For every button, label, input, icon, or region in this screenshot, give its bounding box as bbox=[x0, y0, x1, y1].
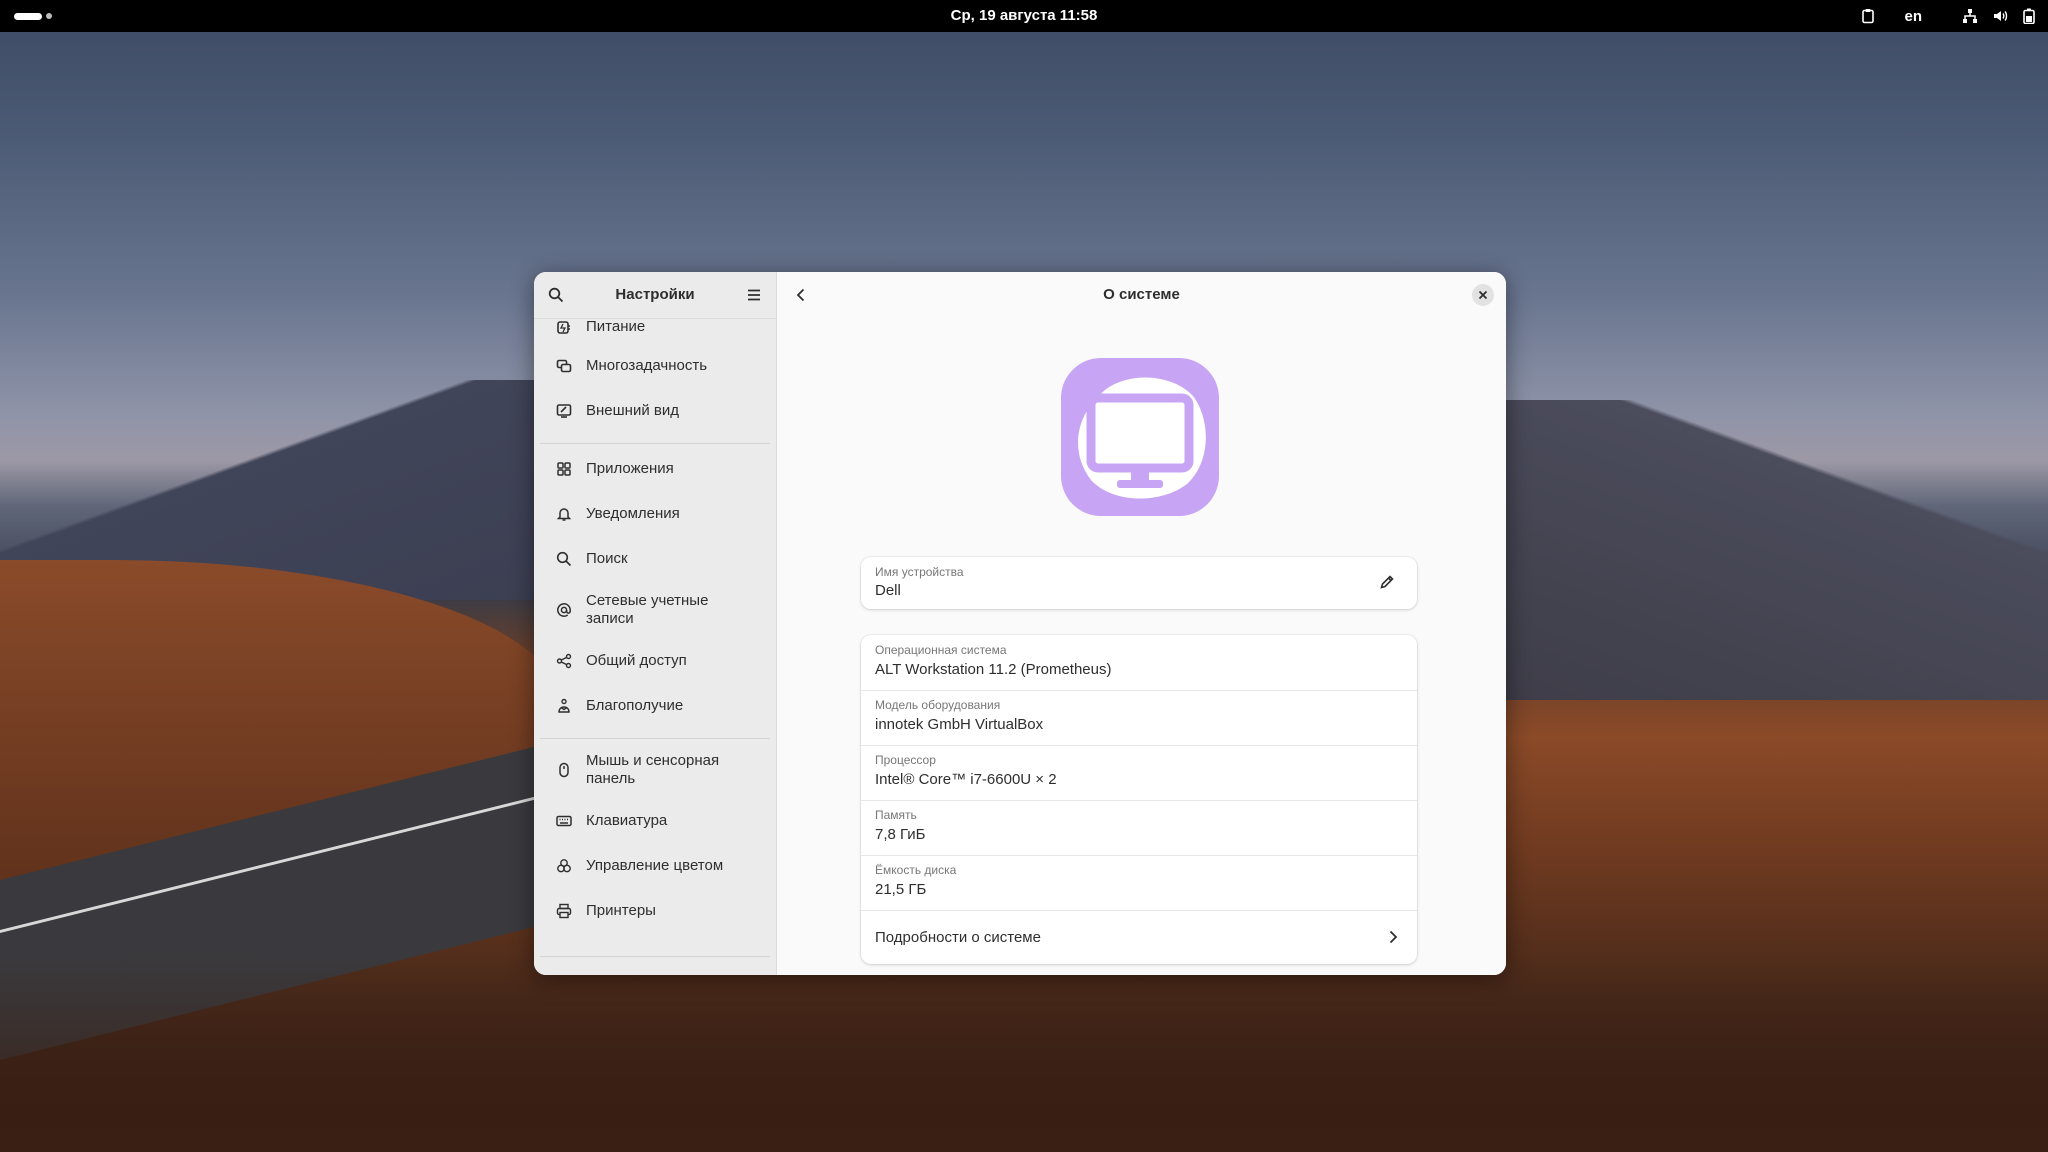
sidebar-item-label: Внешний вид bbox=[586, 402, 679, 419]
sidebar-header: Настройки bbox=[534, 272, 776, 319]
sidebar-item-label: Многозадачность bbox=[586, 357, 708, 374]
sidebar-item-label: Приложения bbox=[586, 460, 674, 477]
info-label: Операционная система bbox=[875, 643, 1007, 657]
sidebar-item-label: Благополучие bbox=[586, 697, 684, 714]
hamburger-menu-icon bbox=[748, 289, 760, 301]
info-label: Ёмкость диска bbox=[875, 863, 957, 877]
sidebar-item-apps[interactable]: Приложения bbox=[540, 447, 770, 491]
system-tray[interactable]: en bbox=[1860, 0, 2036, 32]
clock[interactable]: Ср, 19 августа 11:58 bbox=[0, 0, 2048, 32]
system-logo bbox=[1061, 358, 1219, 516]
volume-icon bbox=[1992, 8, 2008, 24]
sidebar-item-power[interactable]: Питание bbox=[540, 318, 770, 336]
mouse-icon bbox=[554, 760, 574, 780]
info-row-disk: Ёмкость диска 21,5 ГБ bbox=[861, 856, 1417, 910]
info-value: 7,8 ГиБ bbox=[875, 826, 926, 843]
system-details-row[interactable]: Подробности о системе bbox=[861, 911, 1417, 964]
sidebar-separator bbox=[540, 956, 770, 957]
wallpaper-grass bbox=[0, 952, 2048, 1152]
device-name-value: Dell bbox=[875, 582, 901, 599]
info-value: ALT Workstation 11.2 (Prometheus) bbox=[875, 661, 1112, 678]
sidebar-item-multitasking[interactable]: Многозадачность bbox=[540, 344, 770, 388]
keyboard-layout-indicator[interactable]: en bbox=[1904, 8, 1922, 25]
device-name-card[interactable]: Имя устройства Dell bbox=[861, 557, 1417, 609]
sidebar-item-color[interactable]: Управление цветом bbox=[540, 844, 770, 888]
close-button[interactable] bbox=[1472, 284, 1494, 306]
network-icon bbox=[1962, 8, 1978, 24]
info-row-processor: Процессор Intel® Core™ i7-6600U × 2 bbox=[861, 746, 1417, 800]
sidebar-item-label: Уведомления bbox=[586, 505, 680, 522]
clipboard-icon[interactable] bbox=[1860, 8, 1876, 24]
share-icon bbox=[554, 651, 574, 671]
sidebar: Настройки Питание Многозадачность Внешни… bbox=[534, 272, 777, 975]
chevron-right-icon bbox=[1385, 929, 1401, 950]
device-name-label: Имя устройства bbox=[875, 565, 964, 579]
sidebar-item-label: Поиск bbox=[586, 550, 628, 567]
sidebar-item-wellbeing[interactable]: Благополучие bbox=[540, 684, 770, 728]
sidebar-item-mouse-touchpad[interactable]: Мышь и сенсорная панель bbox=[540, 742, 770, 798]
sidebar-item-keyboard[interactable]: Клавиатура bbox=[540, 799, 770, 843]
keyboard-icon bbox=[554, 811, 574, 831]
apps-icon bbox=[554, 459, 574, 479]
sidebar-item-appearance[interactable]: Внешний вид bbox=[540, 389, 770, 433]
color-icon bbox=[554, 856, 574, 876]
sidebar-title: Настройки bbox=[615, 286, 695, 303]
info-value: innotek GmbH VirtualBox bbox=[875, 716, 1044, 733]
edit-device-name-button[interactable] bbox=[1379, 574, 1395, 595]
info-value: Intel® Core™ i7-6600U × 2 bbox=[875, 771, 1057, 788]
sidebar-item-search[interactable]: Поиск bbox=[540, 537, 770, 581]
info-row-hardware-model: Модель оборудования innotek GmbH Virtual… bbox=[861, 691, 1417, 745]
power-icon bbox=[554, 317, 574, 337]
search-icon bbox=[554, 549, 574, 569]
info-label: Модель оборудования bbox=[875, 698, 1001, 712]
sidebar-item-label: Мышь и сенсорная панель bbox=[586, 752, 720, 787]
info-label: Процессор bbox=[875, 753, 936, 767]
sidebar-item-label: Питание bbox=[586, 318, 646, 335]
main-menu-button[interactable] bbox=[742, 283, 766, 307]
sidebar-item-notifications[interactable]: Уведомления bbox=[540, 492, 770, 536]
at-sign-icon bbox=[554, 600, 574, 620]
top-bar: Ср, 19 августа 11:58 en bbox=[0, 0, 2048, 32]
sidebar-separator bbox=[540, 738, 770, 739]
pencil-icon bbox=[1380, 575, 1394, 589]
info-row-memory: Память 7,8 ГиБ bbox=[861, 801, 1417, 855]
sidebar-item-label: Управление цветом bbox=[586, 857, 724, 874]
sidebar-item-sharing[interactable]: Общий доступ bbox=[540, 639, 770, 683]
info-row-os: Операционная система ALT Workstation 11.… bbox=[861, 635, 1417, 690]
info-label: Память bbox=[875, 808, 917, 822]
page-title: О системе bbox=[1103, 286, 1180, 303]
content-header: О системе bbox=[777, 272, 1506, 318]
multitasking-icon bbox=[554, 356, 574, 376]
sidebar-item-online-accounts[interactable]: Сетевые учетные записи bbox=[540, 582, 770, 638]
close-icon bbox=[1478, 290, 1488, 300]
printer-icon bbox=[554, 901, 574, 921]
battery-icon bbox=[2022, 8, 2036, 24]
system-info-card: Операционная система ALT Workstation 11.… bbox=[861, 635, 1417, 964]
settings-window: Настройки Питание Многозадачность Внешни… bbox=[534, 272, 1506, 975]
sidebar-item-label: Общий доступ bbox=[586, 652, 687, 669]
content-pane: О системе Имя устройства Dell Операционн… bbox=[777, 272, 1506, 975]
sidebar-separator bbox=[540, 443, 770, 444]
sidebar-item-label: Сетевые учетные записи bbox=[586, 592, 709, 627]
sidebar-item-printers[interactable]: Принтеры bbox=[540, 889, 770, 933]
wallpaper-mountains-right bbox=[1488, 400, 2048, 700]
bell-icon bbox=[554, 504, 574, 524]
sidebar-item-label: Клавиатура bbox=[586, 812, 668, 829]
wellbeing-icon bbox=[554, 696, 574, 716]
sidebar-item-label: Принтеры bbox=[586, 902, 656, 919]
info-value: 21,5 ГБ bbox=[875, 881, 927, 898]
appearance-icon bbox=[554, 401, 574, 421]
system-details-label: Подробности о системе bbox=[875, 929, 1041, 946]
computer-icon bbox=[1078, 377, 1206, 499]
